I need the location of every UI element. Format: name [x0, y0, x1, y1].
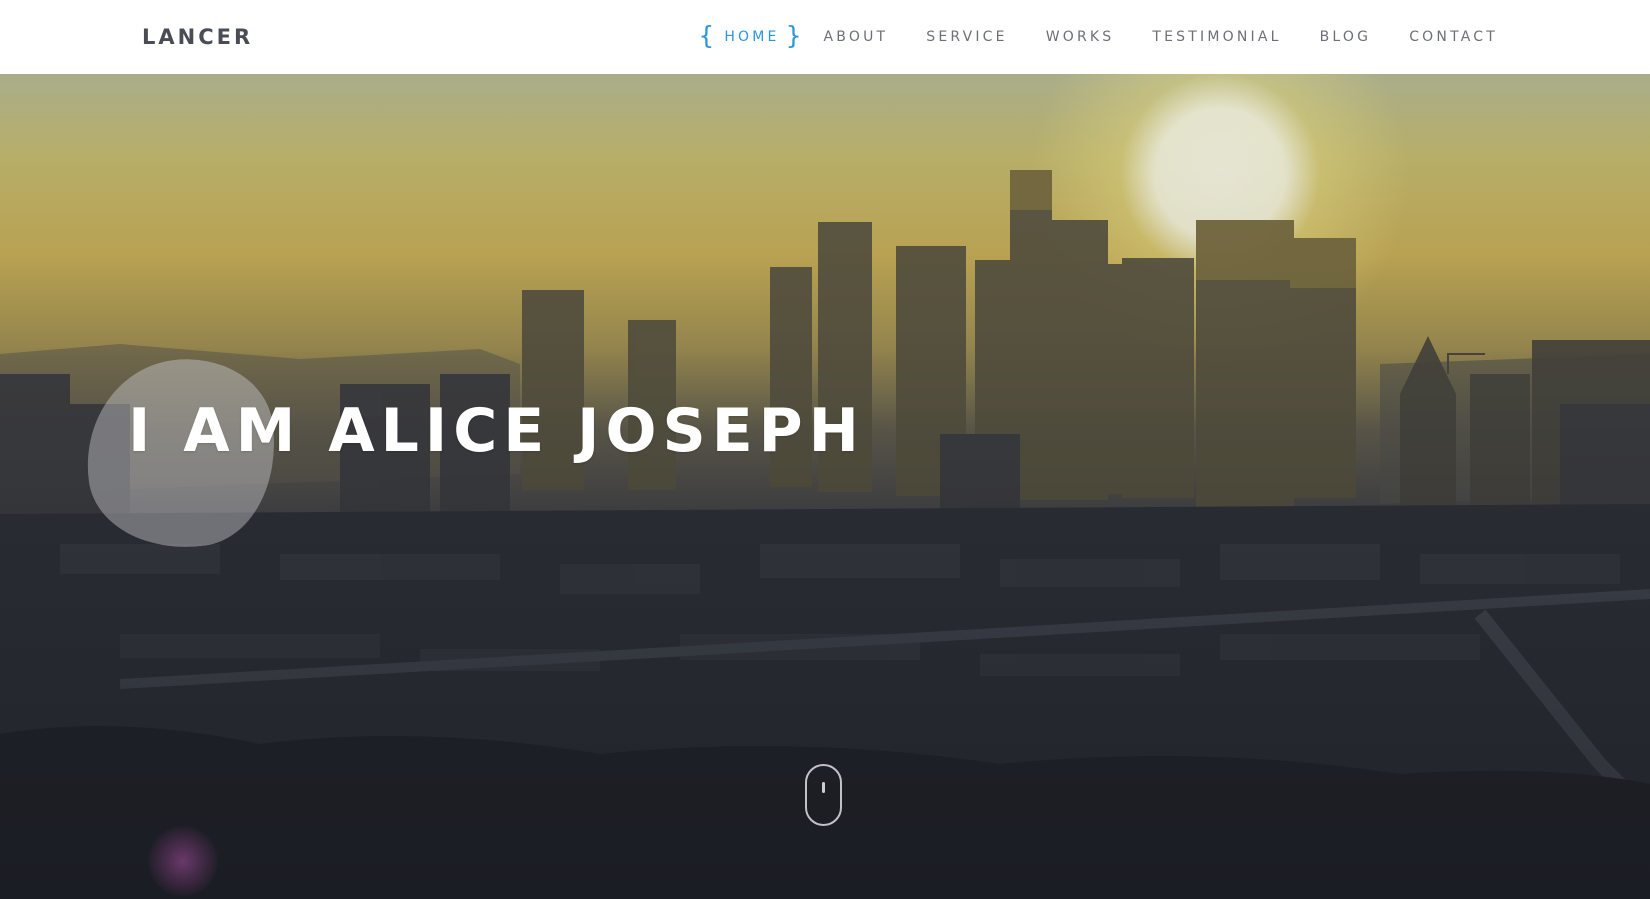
nav-item-about[interactable]: ABOUT: [824, 29, 889, 45]
nav-item-works[interactable]: WORKS: [1046, 29, 1115, 45]
site-logo[interactable]: LANCER: [142, 0, 253, 74]
active-brace-left: {: [698, 21, 715, 50]
mouse-scroll-icon[interactable]: [805, 764, 842, 826]
scroll-wheel-indicator: [822, 782, 825, 793]
nav-item-contact[interactable]: CONTACT: [1409, 29, 1498, 45]
nav-item-blog[interactable]: BLOG: [1320, 29, 1372, 45]
main-nav: { HOME } ABOUT SERVICE WORKS TESTIMONIAL…: [698, 0, 1498, 74]
nav-item-service[interactable]: SERVICE: [926, 29, 1007, 45]
nav-item-testimonial[interactable]: TESTIMONIAL: [1152, 29, 1281, 45]
nav-item-home[interactable]: { HOME }: [698, 21, 802, 50]
active-brace-right: }: [785, 21, 802, 50]
hero-title: I AM ALICE JOSEPH: [128, 396, 865, 466]
top-navbar: LANCER { HOME } ABOUT SERVICE WORKS TEST…: [0, 0, 1650, 74]
lens-flare: [148, 826, 218, 896]
nav-item-label: HOME: [724, 29, 780, 45]
hero-section: I AM ALICE JOSEPH: [0, 74, 1650, 899]
